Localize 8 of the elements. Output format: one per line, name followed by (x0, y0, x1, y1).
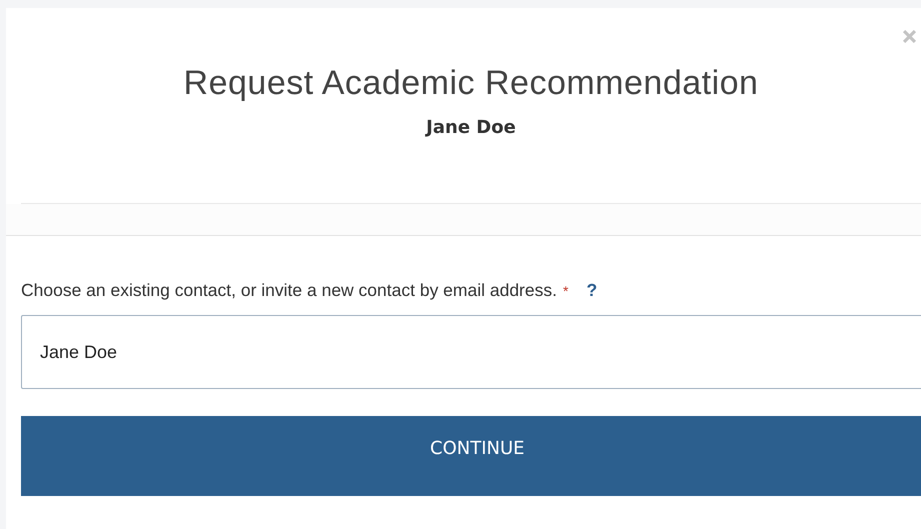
contact-input-field[interactable]: Jane Doe (21, 315, 921, 389)
continue-button[interactable]: CONTINUE (21, 416, 921, 496)
close-icon[interactable] (903, 30, 916, 43)
dialog-subtitle: Jane Doe (426, 117, 516, 138)
required-mark: * (562, 283, 568, 299)
dialog-title: Request Academic Recommendation (184, 64, 758, 103)
field-label: Choose an existing contact, or invite a new contact by email address. (21, 280, 557, 301)
help-link[interactable]: ? (586, 280, 598, 301)
